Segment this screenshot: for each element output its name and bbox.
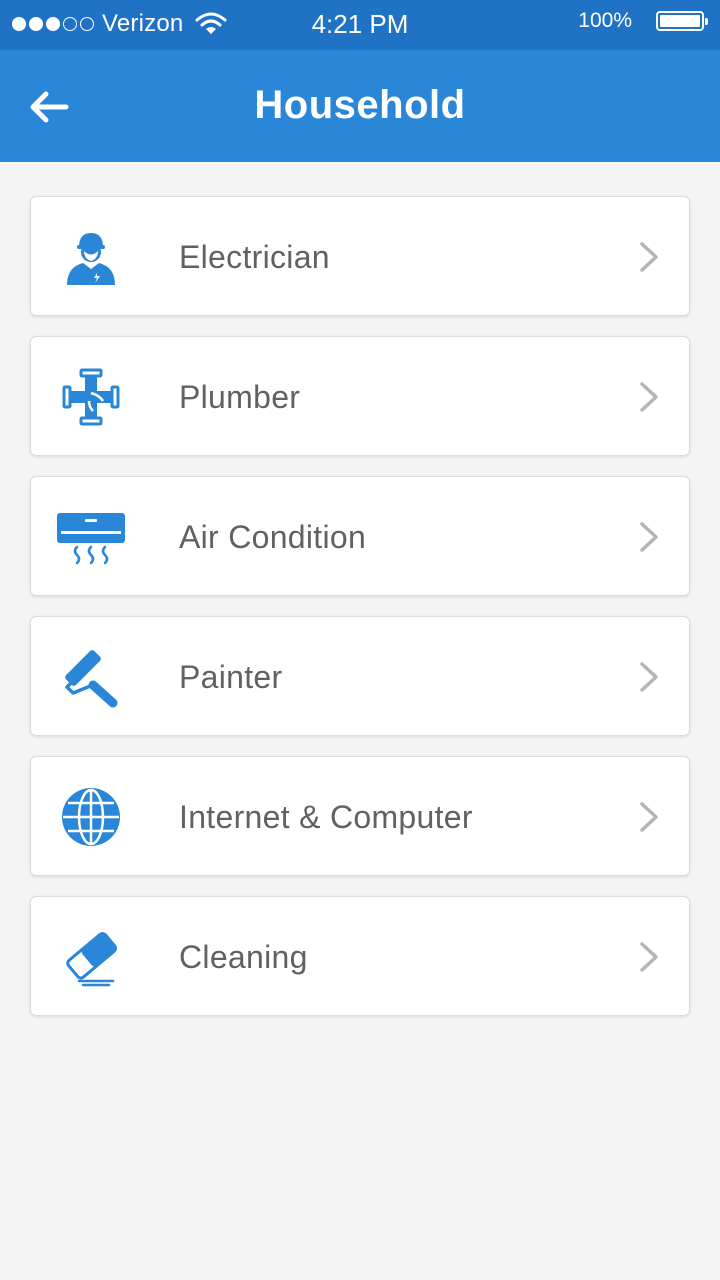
- chevron-right-icon: [640, 242, 658, 272]
- chevron-right-icon: [640, 382, 658, 412]
- chevron-right-icon: [640, 942, 658, 972]
- service-label: Electrician: [179, 239, 330, 275]
- service-label: Plumber: [179, 379, 301, 415]
- pipe-icon: [55, 361, 127, 433]
- page-title: Household: [254, 83, 466, 127]
- service-label: Cleaning: [179, 939, 308, 975]
- service-item-cleaning[interactable]: Cleaning: [30, 896, 690, 1016]
- battery-icon: [656, 11, 708, 31]
- air-conditioner-icon: [55, 501, 127, 573]
- app-bar: Household: [0, 50, 720, 162]
- service-item-internet-computer[interactable]: Internet & Computer: [30, 756, 690, 876]
- chevron-right-icon: [640, 522, 658, 552]
- electrician-icon: [55, 221, 127, 293]
- battery-level: [660, 15, 700, 27]
- status-right: 100%: [578, 9, 708, 33]
- globe-icon: [55, 781, 127, 853]
- service-list: Electrician Plumber Air Condition Painte…: [30, 196, 690, 1036]
- battery-percentage: 100%: [578, 9, 632, 32]
- service-item-air-condition[interactable]: Air Condition: [30, 476, 690, 596]
- service-item-plumber[interactable]: Plumber: [30, 336, 690, 456]
- eraser-icon: [55, 921, 127, 993]
- status-bar: Verizon 4:21 PM 100%: [0, 0, 720, 50]
- service-item-electrician[interactable]: Electrician: [30, 196, 690, 316]
- paint-roller-icon: [55, 641, 127, 713]
- battery-nub: [705, 18, 708, 25]
- service-item-painter[interactable]: Painter: [30, 616, 690, 736]
- service-label: Air Condition: [179, 519, 367, 555]
- chevron-right-icon: [640, 662, 658, 692]
- service-label: Internet & Computer: [179, 799, 473, 835]
- service-label: Painter: [179, 659, 283, 695]
- chevron-right-icon: [640, 802, 658, 832]
